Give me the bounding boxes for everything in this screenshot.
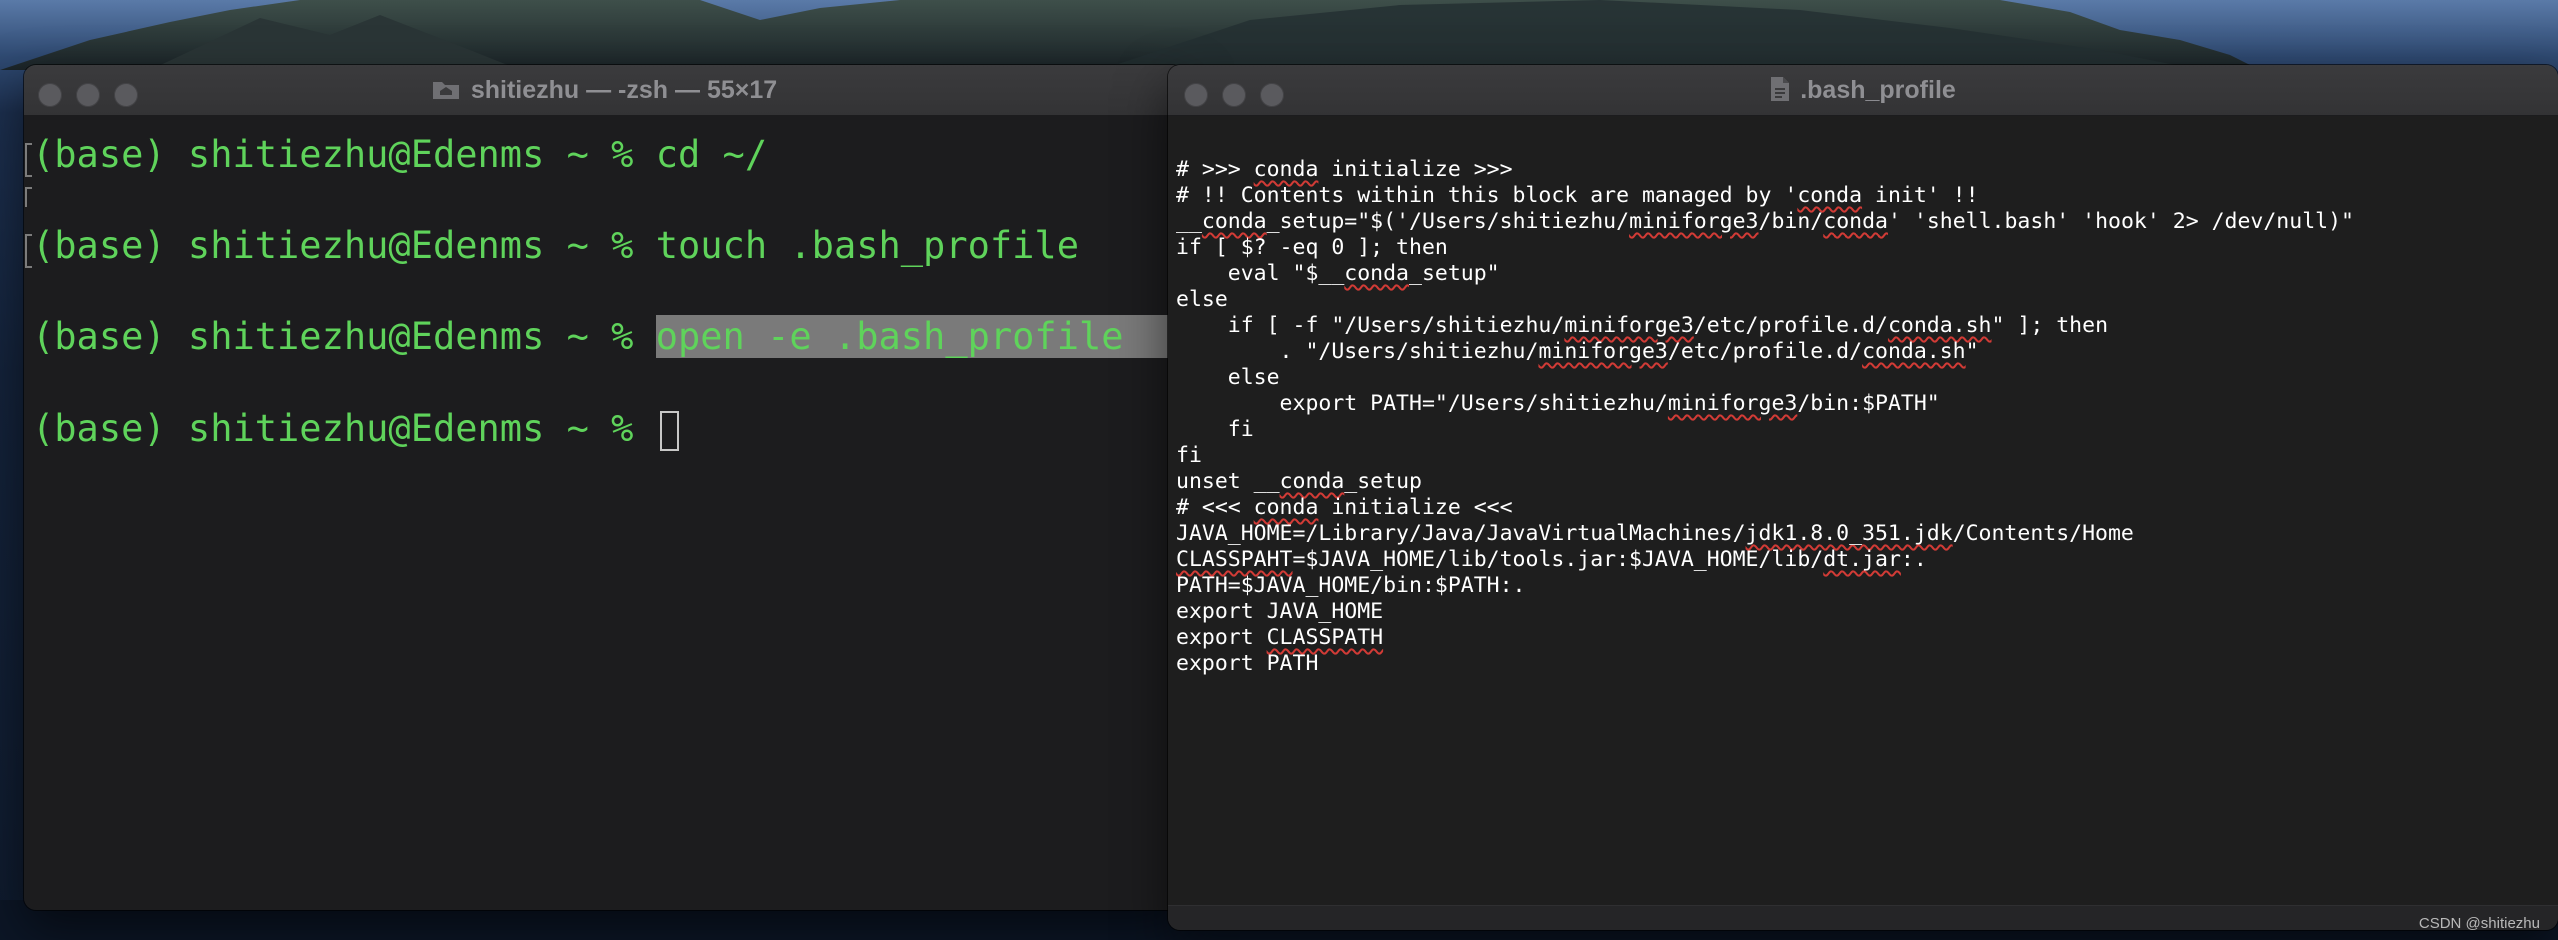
misspelled-word: conda <box>1201 209 1267 234</box>
code-line: # <<< conda initialize <<< <box>1176 495 1513 520</box>
misspelled-word: CLASSPAHT <box>1176 547 1293 572</box>
editor-title: .bash_profile <box>1168 65 2558 115</box>
terminal-window[interactable]: shitiezhu — -zsh — 55×17 (base) shitiezh… <box>24 65 1184 910</box>
code-line: export CLASSPATH <box>1176 625 1384 650</box>
code-line: JAVA_HOME=/Library/Java/JavaVirtualMachi… <box>1176 521 2134 546</box>
misspelled-word: CLASSPATH <box>1266 625 1384 650</box>
code-line: fi <box>1176 443 1202 468</box>
terminal-line: (base) shitiezhu@Edenms ~ % <box>32 406 679 452</box>
prompt-text: (base) shitiezhu@Edenms ~ % <box>32 407 656 450</box>
misspelled-word: conda.sh <box>1862 339 1966 364</box>
code-line: __conda_setup="$('/Users/shitiezhu/minif… <box>1176 209 2354 234</box>
misspelled-word: conda <box>1344 261 1410 286</box>
code-line: export PATH="/Users/shitiezhu/miniforge3… <box>1176 391 1940 416</box>
code-line: # !! Contents within this block are mana… <box>1176 183 1979 208</box>
terminal-line: (base) shitiezhu@Edenms ~ % cd ~/ <box>32 132 767 178</box>
misspelled-word: miniforge3 <box>1538 339 1668 364</box>
textedit-window[interactable]: .bash_profile # >>> conda initialize >>>… <box>1168 65 2558 930</box>
terminal-content[interactable]: (base) shitiezhu@Edenms ~ % cd ~/ (base)… <box>24 116 1184 910</box>
horizontal-scrollbar[interactable] <box>1168 905 2558 930</box>
command-text: touch .bash_profile <box>655 224 1079 267</box>
prompt-text: (base) shitiezhu@Edenms ~ % <box>32 133 656 176</box>
document-icon <box>1771 76 1790 101</box>
code-text-area[interactable]: # >>> conda initialize >>> # !! Contents … <box>1176 157 2354 677</box>
terminal-line: (base) shitiezhu@Edenms ~ % open -e .bas… <box>32 314 1168 360</box>
terminal-title-text: shitiezhu — -zsh — 55×17 <box>470 76 778 104</box>
code-line: eval "$__conda_setup" <box>1176 261 1500 286</box>
terminal-title: shitiezhu — -zsh — 55×17 <box>24 65 1184 115</box>
misspelled-word: conda.sh <box>1887 313 1992 338</box>
code-line: # >>> conda initialize >>> <box>1176 157 1513 182</box>
prompt-mark <box>25 187 32 207</box>
code-line: export PATH <box>1176 651 1319 676</box>
watermark: CSDN @shitiezhu <box>2418 915 2540 932</box>
code-line: unset __conda_setup <box>1176 469 1422 494</box>
misspelled-word: jdk1.8.0_351.jdk <box>1745 521 1953 546</box>
terminal-line: (base) shitiezhu@Edenms ~ % touch .bash_… <box>32 223 1079 269</box>
code-line: CLASSPAHT=$JAVA_HOME/lib/tools.jar:$JAVA… <box>1176 547 1927 572</box>
code-line: else <box>1176 365 1280 390</box>
misspelled-word: miniforge3 <box>1629 209 1759 234</box>
selection-tail <box>1123 315 1168 358</box>
selected-command-text[interactable]: open -e .bash_profile <box>655 315 1124 358</box>
code-line: export JAVA_HOME <box>1176 599 1384 624</box>
code-line: PATH=$JAVA_HOME/bin:$PATH:. <box>1176 573 1526 598</box>
code-line: if [ -f "/Users/shitiezhu/miniforge3/etc… <box>1176 313 2109 338</box>
misspelled-word: miniforge3 <box>1667 391 1798 416</box>
editor-titlebar[interactable]: .bash_profile <box>1168 65 2558 116</box>
code-line: fi <box>1176 417 1254 442</box>
prompt-text: (base) shitiezhu@Edenms ~ % <box>32 315 656 358</box>
code-line: else <box>1176 287 1228 312</box>
terminal-titlebar[interactable]: shitiezhu — -zsh — 55×17 <box>24 65 1184 116</box>
home-folder-icon <box>432 81 459 99</box>
code-line: if [ $? -eq 0 ]; then <box>1176 235 1448 260</box>
misspelled-word: dt.jar <box>1823 547 1901 572</box>
text-cursor <box>659 410 679 451</box>
prompt-text: (base) shitiezhu@Edenms ~ % <box>32 224 656 267</box>
command-text: cd ~/ <box>655 133 768 176</box>
misspelled-word: miniforge3 <box>1564 313 1694 338</box>
prompt-mark <box>25 143 32 177</box>
misspelled-word: conda <box>1797 183 1863 208</box>
misspelled-word: conda <box>1279 469 1345 494</box>
code-line: . "/Users/shitiezhu/miniforge3/etc/profi… <box>1176 339 1979 364</box>
misspelled-word: conda <box>1253 495 1319 520</box>
prompt-mark <box>25 234 32 268</box>
misspelled-word: conda <box>1253 157 1319 182</box>
editor-title-text: .bash_profile <box>1800 76 1956 104</box>
misspelled-word: conda <box>1823 209 1888 234</box>
